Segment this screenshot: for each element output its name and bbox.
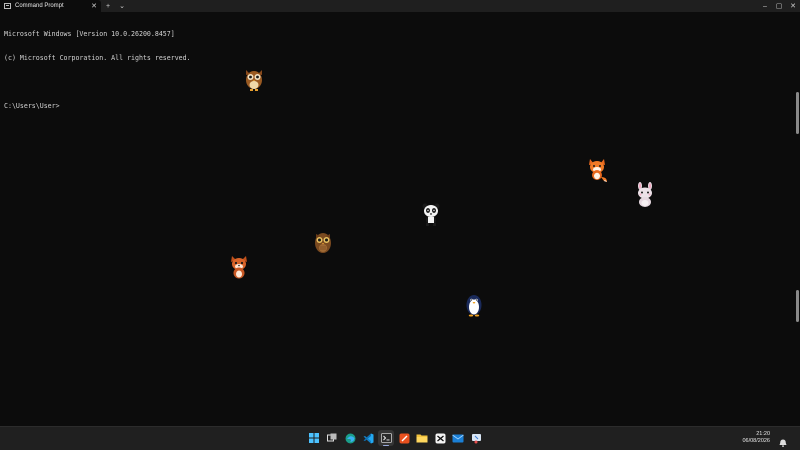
fox-pet-icon[interactable] [228,254,250,280]
window-controls: – ▢ ✕ [758,0,800,12]
clock-date: 06/08/2026 [742,438,770,444]
scrollbar[interactable] [796,14,799,426]
tab-dropdown-button[interactable]: ⌄ [115,0,129,12]
title-bar: Command Prompt ✕ + ⌄ – ▢ ✕ [0,0,800,12]
taskbar: 21:20 06/08/2026 [0,426,800,450]
scrollbar-thumb[interactable] [796,92,799,134]
edge-icon[interactable] [342,430,358,446]
paint-icon[interactable] [396,430,412,446]
windows-start-icon[interactable] [306,430,322,446]
system-clock[interactable]: 21:20 06/08/2026 [742,431,770,445]
owl-pet-icon[interactable] [312,229,334,255]
panda-pet-icon[interactable] [420,201,442,227]
rabbit-pet-icon[interactable] [634,182,656,208]
console-output[interactable]: Microsoft Windows [Version 10.0.26200.84… [4,14,764,118]
mail-icon[interactable] [450,430,466,446]
owl-pet-icon[interactable] [243,66,265,92]
notification-bell-icon[interactable] [779,434,787,447]
fox-pet-icon[interactable] [587,157,609,183]
console-line: (c) Microsoft Corporation. All rights re… [4,54,191,62]
console-prompt: C:\Users\User> [4,102,60,110]
maximize-button[interactable]: ▢ [772,0,786,12]
console-line: Microsoft Windows [Version 10.0.26200.84… [4,30,175,38]
close-button[interactable]: ✕ [786,0,800,12]
minimize-button[interactable]: – [758,0,772,12]
file-explorer-icon[interactable] [414,430,430,446]
penguin-pet-icon[interactable] [463,292,485,318]
tab-close-button[interactable]: ✕ [91,3,97,10]
tab-title: Command Prompt [15,3,64,9]
vscode-icon[interactable] [360,430,376,446]
task-view-icon[interactable] [324,430,340,446]
snipping-tool-icon[interactable] [468,430,484,446]
taskbar-apps [306,430,484,446]
tab-command-prompt[interactable]: Command Prompt ✕ [0,0,101,12]
clock-time: 21:20 [756,431,770,437]
new-tab-button[interactable]: + [101,0,115,12]
terminal-icon [4,3,11,9]
capcut-icon[interactable] [432,430,448,446]
terminal-icon[interactable] [378,430,394,446]
scrollbar-thumb[interactable] [796,290,799,322]
